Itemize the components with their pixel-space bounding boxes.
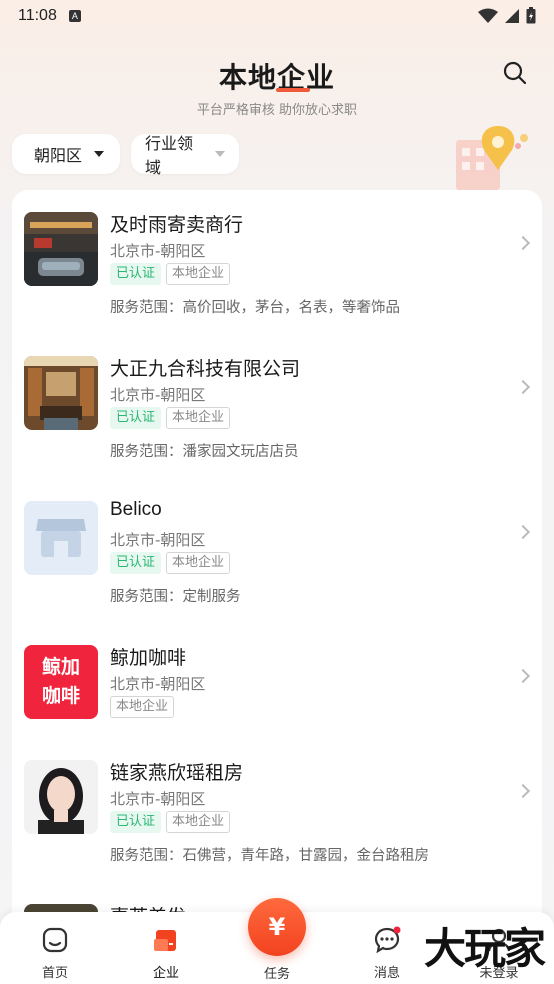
watermark-logo: 大玩家 xyxy=(423,924,546,973)
tab-home[interactable]: 首页 xyxy=(20,926,90,981)
company-placeholder-logo xyxy=(24,501,98,575)
company-address: 北京市-朝阳区 xyxy=(110,790,206,808)
local-company-badge: 本地企业 xyxy=(166,552,231,574)
chevron-right-icon xyxy=(515,379,531,395)
notification-a-icon: A xyxy=(68,10,81,22)
company-logo: 鲸加 咖啡 xyxy=(24,645,98,719)
company-item[interactable]: Belico 北京市-朝阳区 已认证 本地企业 服务范围：定制服务 xyxy=(12,479,542,623)
chevron-right-icon xyxy=(515,783,531,799)
company-name: 鲸加咖啡 xyxy=(110,647,187,669)
company-tags: 已认证 本地企业 xyxy=(110,407,231,429)
company-name: Belico xyxy=(110,499,162,520)
tab-home-label: 首页 xyxy=(41,966,68,981)
company-item[interactable]: 及时雨寄卖商行 北京市-朝阳区 已认证 本地企业 服务范围：高价回收，茅台，名表… xyxy=(12,190,542,334)
verified-badge: 已认证 xyxy=(110,552,162,574)
verified-badge: 已认证 xyxy=(110,811,162,833)
status-bar: 11:08 A xyxy=(0,0,554,32)
chevron-right-icon xyxy=(515,668,531,684)
message-icon xyxy=(374,926,401,954)
local-company-badge: 本地企业 xyxy=(166,407,231,429)
company-name: 及时雨寄卖商行 xyxy=(110,214,244,236)
service-scope: 服务范围：定制服务 xyxy=(110,589,241,605)
page-subtitle: 平台严格审核 助你放心求职 xyxy=(196,103,358,118)
signal-icon xyxy=(505,8,519,23)
company-item[interactable]: 大正九合科技有限公司 北京市-朝阳区 已认证 本地企业 服务范围：潘家园文玩店店… xyxy=(12,334,542,478)
company-name: 链家燕欣瑶租房 xyxy=(110,762,244,784)
district-filter[interactable]: 朝阳区 xyxy=(12,134,120,174)
title-underline xyxy=(276,88,310,92)
tab-task-label: 任务 xyxy=(263,967,290,982)
local-company-badge: 本地企业 xyxy=(110,696,175,718)
verified-badge: 已认证 xyxy=(110,407,162,429)
tab-messages-label: 消息 xyxy=(373,966,400,981)
company-tags: 已认证 本地企业 xyxy=(110,552,231,574)
page-title: 本地企业 xyxy=(218,61,335,94)
local-company-badge: 本地企业 xyxy=(166,263,231,285)
status-icons xyxy=(478,7,536,24)
company-tags: 已认证 本地企业 xyxy=(110,811,231,833)
district-filter-label: 朝阳区 xyxy=(34,146,83,165)
chevron-down-icon xyxy=(215,151,225,157)
tab-company[interactable]: 企业 xyxy=(131,926,201,981)
industry-filter-label: 行业领域 xyxy=(145,134,194,177)
company-icon xyxy=(154,930,176,951)
status-time: 11:08 xyxy=(18,7,57,24)
company-logo-line2: 咖啡 xyxy=(41,685,80,707)
company-photo xyxy=(24,356,98,430)
tab-messages[interactable]: 消息 xyxy=(352,926,422,981)
service-scope: 服务范围：石佛营，青年路，甘露园，金台路租房 xyxy=(110,848,429,864)
local-company-badge: 本地企业 xyxy=(166,811,231,833)
chevron-down-icon xyxy=(94,151,105,157)
company-address: 北京市-朝阳区 xyxy=(110,386,206,404)
location-pin-illustration xyxy=(456,126,528,190)
search-icon[interactable] xyxy=(502,60,528,86)
company-address: 北京市-朝阳区 xyxy=(110,531,206,549)
chevron-right-icon xyxy=(515,235,531,251)
task-button[interactable]: ¥ xyxy=(248,898,306,956)
company-photo xyxy=(24,760,98,834)
battery-icon xyxy=(526,7,536,24)
company-address: 北京市-朝阳区 xyxy=(110,242,206,260)
chevron-right-icon xyxy=(515,524,531,540)
company-photo xyxy=(24,212,98,286)
yen-icon: ¥ xyxy=(268,913,286,941)
wifi-icon xyxy=(478,8,498,23)
home-icon xyxy=(42,927,68,953)
company-logo-line1: 鲸加 xyxy=(41,656,80,678)
verified-badge: 已认证 xyxy=(110,263,162,285)
company-name: 大正九合科技有限公司 xyxy=(110,358,301,380)
tab-company-label: 企业 xyxy=(152,966,179,981)
company-tags: 已认证 本地企业 xyxy=(110,263,231,285)
industry-filter[interactable]: 行业领域 xyxy=(131,134,239,177)
service-scope: 服务范围：高价回收，茅台，名表，等奢饰品 xyxy=(110,300,400,316)
company-tags: 本地企业 xyxy=(110,696,175,718)
company-list: 及时雨寄卖商行 北京市-朝阳区 已认证 本地企业 服务范围：高价回收，茅台，名表… xyxy=(12,190,542,950)
company-item[interactable]: 链家燕欣瑶租房 北京市-朝阳区 已认证 本地企业 服务范围：石佛营，青年路，甘露… xyxy=(12,738,542,882)
company-address: 北京市-朝阳区 xyxy=(110,675,206,693)
service-scope: 服务范围：潘家园文玩店店员 xyxy=(110,444,299,460)
